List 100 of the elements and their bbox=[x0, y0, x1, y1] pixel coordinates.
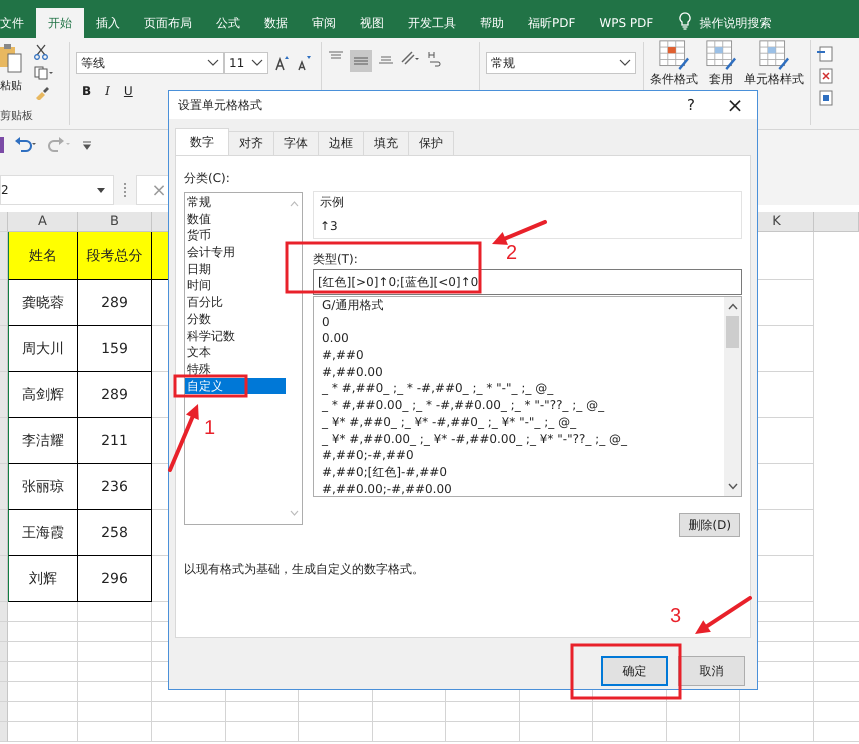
delete-button[interactable]: 删除(D) bbox=[679, 513, 740, 537]
help-button[interactable]: ? bbox=[669, 91, 713, 119]
format-cells-icon[interactable] bbox=[817, 90, 833, 106]
annotation-arrow bbox=[168, 404, 199, 472]
format-code-item[interactable]: 0 bbox=[320, 314, 710, 330]
format-code-item[interactable]: _ ¥* #,##0.00_ ;_ ¥* -#,##0.00_ ;_ ¥* "-"??_ ;_ @_ bbox=[320, 430, 710, 448]
style-gallery-icon[interactable] bbox=[659, 40, 689, 70]
category-item[interactable]: 数值 bbox=[185, 210, 286, 228]
scissors-icon[interactable] bbox=[34, 44, 48, 60]
lightbulb-icon[interactable] bbox=[679, 12, 692, 30]
wrap-text-icon[interactable] bbox=[426, 50, 442, 68]
copy-icon[interactable] bbox=[34, 66, 54, 80]
format-code-item[interactable]: G/通用格式 bbox=[320, 297, 710, 314]
category-item[interactable]: 科学记数 bbox=[185, 328, 286, 344]
format-code-item[interactable]: #,##0;-#,##0 bbox=[320, 447, 710, 464]
dialog-tab[interactable]: 保护 bbox=[408, 131, 454, 155]
category-item[interactable]: 特殊 bbox=[185, 360, 286, 378]
italic-button[interactable]: I bbox=[105, 84, 110, 98]
ribbon-tab[interactable]: 开始 bbox=[36, 8, 84, 38]
insert-cells-icon[interactable] bbox=[817, 46, 833, 62]
ok-button[interactable]: 确定 bbox=[601, 656, 668, 686]
grow-font-icon[interactable] bbox=[274, 55, 290, 71]
chevron-down-icon[interactable] bbox=[619, 59, 631, 67]
customize-toolbar-icon[interactable] bbox=[82, 140, 92, 150]
format-code-item[interactable]: 0.00 bbox=[320, 330, 710, 348]
type-input-field[interactable]: [红色][>0]↑0;[蓝色][<0]↑0 bbox=[313, 269, 742, 295]
table-cell: 龚晓蓉 bbox=[8, 280, 78, 326]
ribbon-tab[interactable]: 公式 bbox=[204, 8, 252, 38]
format-code-item[interactable]: #,##0.00;-#,##0.00 bbox=[320, 480, 710, 496]
ribbon-tab[interactable]: 文件 bbox=[0, 8, 36, 38]
annotation-arrow bbox=[492, 220, 547, 245]
paste-icon[interactable] bbox=[0, 44, 22, 74]
bold-button[interactable]: B bbox=[82, 84, 92, 98]
style-button-label[interactable]: 单元格样式 bbox=[744, 71, 804, 88]
number-format-dropdown[interactable]: 常规 bbox=[486, 52, 636, 74]
category-item[interactable]: 货币 bbox=[185, 227, 286, 244]
category-item[interactable]: 自定义 bbox=[185, 378, 286, 394]
sheet-cell bbox=[8, 722, 78, 742]
table-cell: 258 bbox=[78, 510, 152, 556]
ribbon-tab[interactable]: 帮助 bbox=[468, 8, 516, 38]
table-cell: 296 bbox=[78, 556, 152, 602]
table-cell: 王海霞 bbox=[8, 510, 78, 556]
category-item[interactable]: 百分比 bbox=[185, 294, 286, 311]
style-button-label[interactable]: 条件格式 bbox=[650, 71, 698, 88]
sheet-cell bbox=[8, 642, 78, 662]
ribbon-tab[interactable]: 数据 bbox=[252, 8, 300, 38]
format-code-item[interactable]: _ ¥* #,##0_ ;_ ¥* -#,##0_ ;_ ¥* "-"_ ;_ @_ bbox=[320, 414, 710, 430]
group-label: 剪贴板 bbox=[0, 108, 34, 123]
table-header-cell: 姓名 bbox=[8, 232, 78, 280]
brush-icon[interactable] bbox=[34, 86, 50, 100]
category-item[interactable]: 常规 bbox=[185, 194, 286, 211]
font-name-dropdown[interactable]: 等线 bbox=[76, 52, 224, 74]
dialog-tab[interactable]: 数字 bbox=[175, 128, 229, 155]
style-gallery-icon[interactable] bbox=[706, 40, 736, 70]
table-cell: 李洁耀 bbox=[8, 418, 78, 464]
font-size-dropdown[interactable]: 11 bbox=[224, 52, 268, 74]
step-number: 2 bbox=[506, 243, 518, 263]
scroll-up-icon[interactable] bbox=[728, 303, 738, 310]
format-code-item[interactable]: _ * #,##0_ ;_ * -#,##0_ ;_ * "-"_ ;_ @_ bbox=[320, 380, 710, 398]
orientation-icon[interactable] bbox=[400, 50, 420, 66]
table-cell: 289 bbox=[78, 280, 152, 326]
style-button-label[interactable]: 套用 bbox=[709, 71, 733, 88]
style-gallery-icon[interactable] bbox=[759, 40, 789, 70]
name-box[interactable]: 2 bbox=[0, 175, 114, 205]
scrollbar-thumb[interactable] bbox=[726, 316, 739, 348]
description-text: 以现有格式为基础，生成自定义的数字格式。 bbox=[184, 561, 425, 578]
category-item[interactable]: 时间 bbox=[185, 277, 286, 294]
resize-handle-icon[interactable] bbox=[124, 183, 126, 197]
ribbon-tab[interactable]: 福昕PDF bbox=[516, 8, 588, 38]
ribbon-tab[interactable]: 视图 bbox=[348, 8, 396, 38]
category-item[interactable]: 会计专用 bbox=[185, 244, 286, 261]
chevron-down-icon[interactable] bbox=[207, 59, 219, 67]
cancel-button[interactable]: 取消 bbox=[678, 656, 745, 686]
shrink-font-icon[interactable] bbox=[296, 55, 312, 71]
format-code-item[interactable]: #,##0 bbox=[320, 347, 710, 364]
step-number: 3 bbox=[670, 606, 682, 626]
ribbon-tab[interactable]: 审阅 bbox=[300, 8, 348, 38]
ribbon-tab[interactable]: 插入 bbox=[84, 8, 132, 38]
format-code-item[interactable]: _ * #,##0.00_ ;_ * -#,##0.00_ ;_ * "-"??_ ;_ @_ bbox=[320, 397, 710, 414]
table-cell: 236 bbox=[78, 464, 152, 510]
delete-cells-icon[interactable] bbox=[817, 68, 833, 84]
sample-label: 示例 bbox=[320, 194, 344, 211]
undo-icon[interactable] bbox=[14, 137, 38, 153]
close-button[interactable]: × bbox=[713, 91, 757, 119]
paste-label[interactable]: 粘贴 bbox=[0, 78, 22, 93]
ribbon-tab[interactable]: WPS PDF bbox=[587, 8, 666, 38]
align-middle-icon[interactable] bbox=[350, 50, 372, 72]
ribbon-tab[interactable]: 页面布局 bbox=[132, 8, 204, 38]
format-code-item[interactable]: #,##0.00 bbox=[320, 364, 710, 380]
ribbon-tab[interactable]: 开发工具 bbox=[396, 8, 468, 38]
scroll-down-icon[interactable] bbox=[728, 483, 738, 490]
category-item[interactable]: 日期 bbox=[185, 260, 286, 278]
chevron-down-icon[interactable] bbox=[251, 59, 263, 67]
category-item[interactable]: 文本 bbox=[185, 344, 286, 361]
tell-me-search[interactable]: 操作说明搜索 bbox=[699, 8, 772, 38]
table-cell: 289 bbox=[78, 372, 152, 418]
table-cell: 211 bbox=[78, 418, 152, 464]
format-code-item[interactable]: #,##0;[红色]-#,##0 bbox=[320, 464, 710, 481]
underline-button[interactable]: U bbox=[124, 84, 133, 98]
category-item[interactable]: 分数 bbox=[185, 310, 286, 328]
